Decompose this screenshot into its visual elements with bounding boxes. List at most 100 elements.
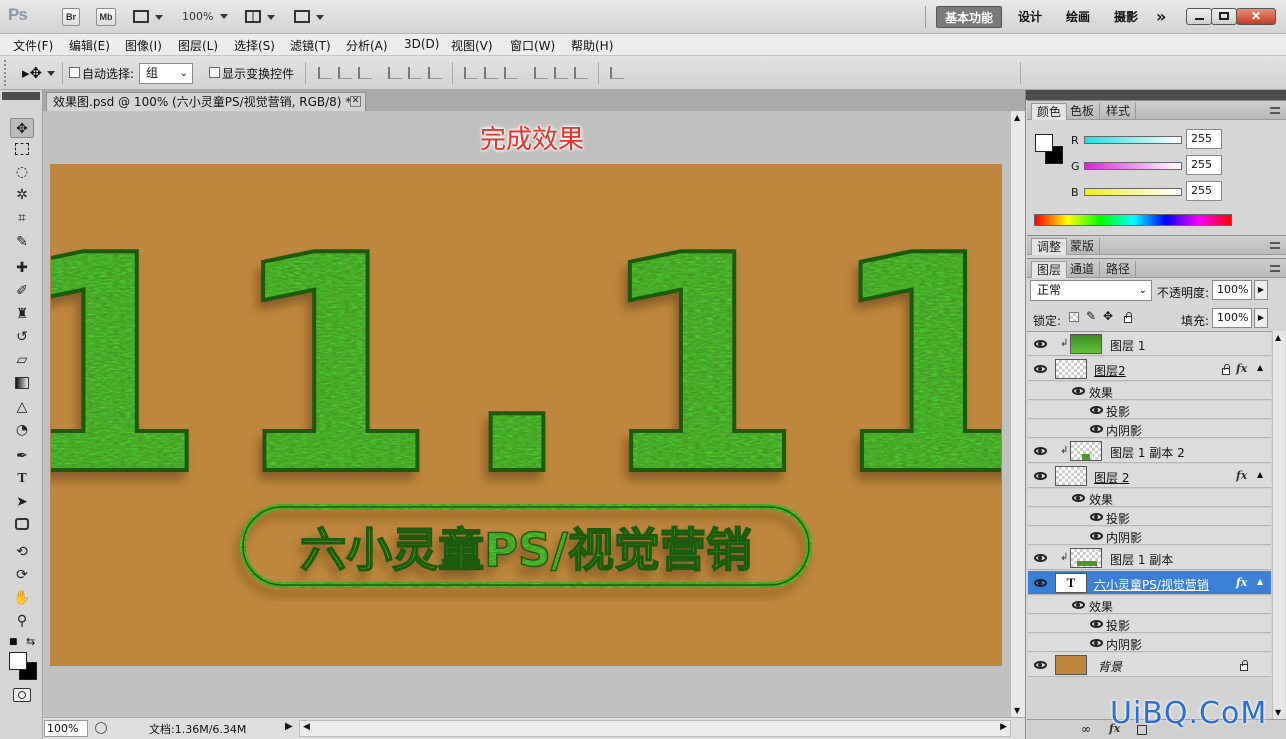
- blend-mode-dropdown[interactable]: 正常 ⌄: [1030, 280, 1152, 301]
- move-tool-icon[interactable]: ✥: [10, 118, 34, 138]
- show-transform-checkbox[interactable]: [209, 67, 220, 78]
- align-right-icon[interactable]: [428, 67, 442, 79]
- close-tab-icon[interactable]: ✕: [350, 96, 361, 107]
- scroll-up-icon[interactable]: ▲: [1014, 113, 1020, 122]
- menu-image[interactable]: 图像(I): [125, 37, 162, 54]
- effects-expand-icon[interactable]: ▲: [1257, 577, 1263, 586]
- zoom-tool-icon[interactable]: ⚲: [10, 611, 34, 631]
- more-workspaces-icon[interactable]: »: [1148, 6, 1174, 28]
- lock-pixels-icon[interactable]: ✎: [1086, 309, 1096, 323]
- document-canvas-area[interactable]: 完成效果 11.11 六小灵童PS/视觉营销: [43, 111, 1010, 717]
- visibility-eye-icon[interactable]: [1090, 513, 1103, 521]
- layer-row[interactable]: 图层2 fx ▲: [1028, 357, 1271, 381]
- effects-expand-icon[interactable]: ▲: [1257, 363, 1263, 372]
- horizontal-scrollbar[interactable]: ◀ ▶: [299, 720, 1011, 737]
- visibility-eye-icon[interactable]: [1034, 472, 1047, 480]
- tab-layers[interactable]: 图层: [1031, 261, 1068, 278]
- effects-row[interactable]: 效果: [1028, 382, 1271, 400]
- visibility-eye-icon[interactable]: [1034, 447, 1047, 455]
- effect-row[interactable]: 投影: [1028, 508, 1271, 526]
- tab-channels[interactable]: 通道: [1065, 261, 1101, 278]
- healing-brush-tool-icon[interactable]: ✚: [10, 258, 34, 278]
- color-panel-menu-icon[interactable]: [1270, 107, 1280, 114]
- foreground-color-swatch[interactable]: [9, 652, 27, 670]
- menu-view[interactable]: 视图(V): [451, 37, 493, 54]
- distribute-hcenter-icon[interactable]: [554, 67, 568, 79]
- quick-select-tool-icon[interactable]: ✲: [10, 185, 34, 205]
- layer-row[interactable]: 背景: [1028, 653, 1271, 677]
- channel-b-input[interactable]: 255: [1186, 181, 1222, 201]
- tab-adjustments[interactable]: 调整: [1031, 238, 1068, 255]
- align-vcenter-icon[interactable]: [338, 67, 352, 79]
- auto-select-checkbox[interactable]: [69, 67, 80, 78]
- shape-tool-icon[interactable]: [10, 515, 34, 535]
- status-info-icon[interactable]: [95, 722, 107, 734]
- channel-g-slider[interactable]: [1084, 162, 1182, 170]
- distribute-vcenter-icon[interactable]: [484, 67, 498, 79]
- brush-tool-icon[interactable]: ✐: [10, 281, 34, 301]
- tab-paths[interactable]: 路径: [1101, 261, 1137, 278]
- fx-icon[interactable]: fx: [1236, 576, 1247, 589]
- visibility-eye-icon[interactable]: [1034, 554, 1047, 562]
- effect-row[interactable]: 内阴影: [1028, 527, 1271, 545]
- visibility-eye-icon[interactable]: [1034, 340, 1047, 348]
- workspace-painting[interactable]: 绘画: [1058, 6, 1098, 28]
- tool-preset-dropdown-icon[interactable]: [47, 71, 55, 76]
- pen-tool-icon[interactable]: ✒: [10, 446, 34, 466]
- scroll-down-icon[interactable]: ▼: [1275, 708, 1281, 717]
- lock-transparency-icon[interactable]: [1069, 312, 1079, 322]
- artwork-canvas[interactable]: 11.11 六小灵童PS/视觉营销: [51, 165, 1001, 665]
- tab-styles[interactable]: 样式: [1101, 103, 1137, 120]
- effects-row[interactable]: 效果: [1028, 596, 1271, 614]
- color-panel-fg-swatch[interactable]: [1035, 134, 1053, 152]
- distribute-top-icon[interactable]: [464, 67, 478, 79]
- lasso-tool-icon[interactable]: ◌: [10, 162, 34, 182]
- panel-dock-grip[interactable]: [1026, 90, 1286, 100]
- 3d-orbit-tool-icon[interactable]: ⟳: [10, 565, 34, 585]
- opacity-input[interactable]: 100%: [1212, 280, 1252, 300]
- tab-masks[interactable]: 蒙版: [1065, 238, 1101, 255]
- opacity-slider-arrow-icon[interactable]: ▶: [1254, 280, 1268, 300]
- menu-file[interactable]: 文件(F): [13, 37, 53, 54]
- channel-b-slider[interactable]: [1084, 188, 1182, 196]
- status-menu-arrow-icon[interactable]: ▶: [285, 721, 293, 732]
- distribute-bottom-icon[interactable]: [504, 67, 518, 79]
- scroll-left-icon[interactable]: ◀: [303, 722, 310, 732]
- document-tab[interactable]: 效果图.psd @ 100% (六小灵童PS/视觉营销, RGB/8) * ✕: [46, 92, 366, 111]
- effect-row[interactable]: 投影: [1028, 615, 1271, 633]
- layer-row[interactable]: ↲ 图层 1: [1028, 332, 1271, 356]
- layer-row[interactable]: ↲ 图层 1 副本: [1028, 546, 1271, 570]
- align-hcenter-icon[interactable]: [408, 67, 422, 79]
- visibility-eye-icon[interactable]: [1090, 620, 1103, 628]
- menu-edit[interactable]: 编辑(E): [69, 37, 110, 54]
- layer-row[interactable]: 图层 2 fx ▲: [1028, 464, 1271, 488]
- scroll-up-icon[interactable]: ▲: [1275, 333, 1281, 342]
- hand-tool-icon[interactable]: ✋: [10, 588, 34, 608]
- lock-position-icon[interactable]: ✥: [1103, 309, 1113, 323]
- auto-select-dropdown[interactable]: 组 ⌄: [139, 63, 193, 84]
- screen-mode-icon[interactable]: [294, 8, 324, 26]
- dodge-tool-icon[interactable]: ◔: [10, 420, 34, 440]
- scroll-right-icon[interactable]: ▶: [1000, 722, 1007, 732]
- menu-filter[interactable]: 滤镜(T): [290, 37, 331, 54]
- blur-tool-icon[interactable]: △: [10, 397, 34, 417]
- tab-swatches[interactable]: 色板: [1065, 103, 1101, 120]
- visibility-eye-icon[interactable]: [1072, 601, 1085, 609]
- view-extras-icon[interactable]: [133, 8, 163, 26]
- channel-r-slider[interactable]: [1084, 136, 1182, 144]
- bridge-button[interactable]: Br: [62, 8, 80, 26]
- effect-row[interactable]: 内阴影: [1028, 634, 1271, 652]
- lock-all-icon[interactable]: [1124, 312, 1132, 323]
- menu-3d[interactable]: 3D(D): [404, 37, 439, 51]
- scroll-down-icon[interactable]: ▼: [1014, 706, 1020, 715]
- menu-analysis[interactable]: 分析(A): [346, 37, 388, 54]
- zoom-level[interactable]: 100%: [182, 10, 213, 23]
- status-zoom-field[interactable]: 100%: [44, 720, 88, 737]
- color-spectrum-bar[interactable]: [1034, 214, 1232, 226]
- effects-expand-icon[interactable]: ▲: [1257, 470, 1263, 479]
- visibility-eye-icon[interactable]: [1072, 387, 1085, 395]
- channel-r-input[interactable]: 255: [1186, 129, 1222, 149]
- layer-row[interactable]: ↲ 图层 1 副本 2: [1028, 439, 1271, 463]
- effects-row[interactable]: 效果: [1028, 489, 1271, 507]
- visibility-eye-icon[interactable]: [1090, 425, 1103, 433]
